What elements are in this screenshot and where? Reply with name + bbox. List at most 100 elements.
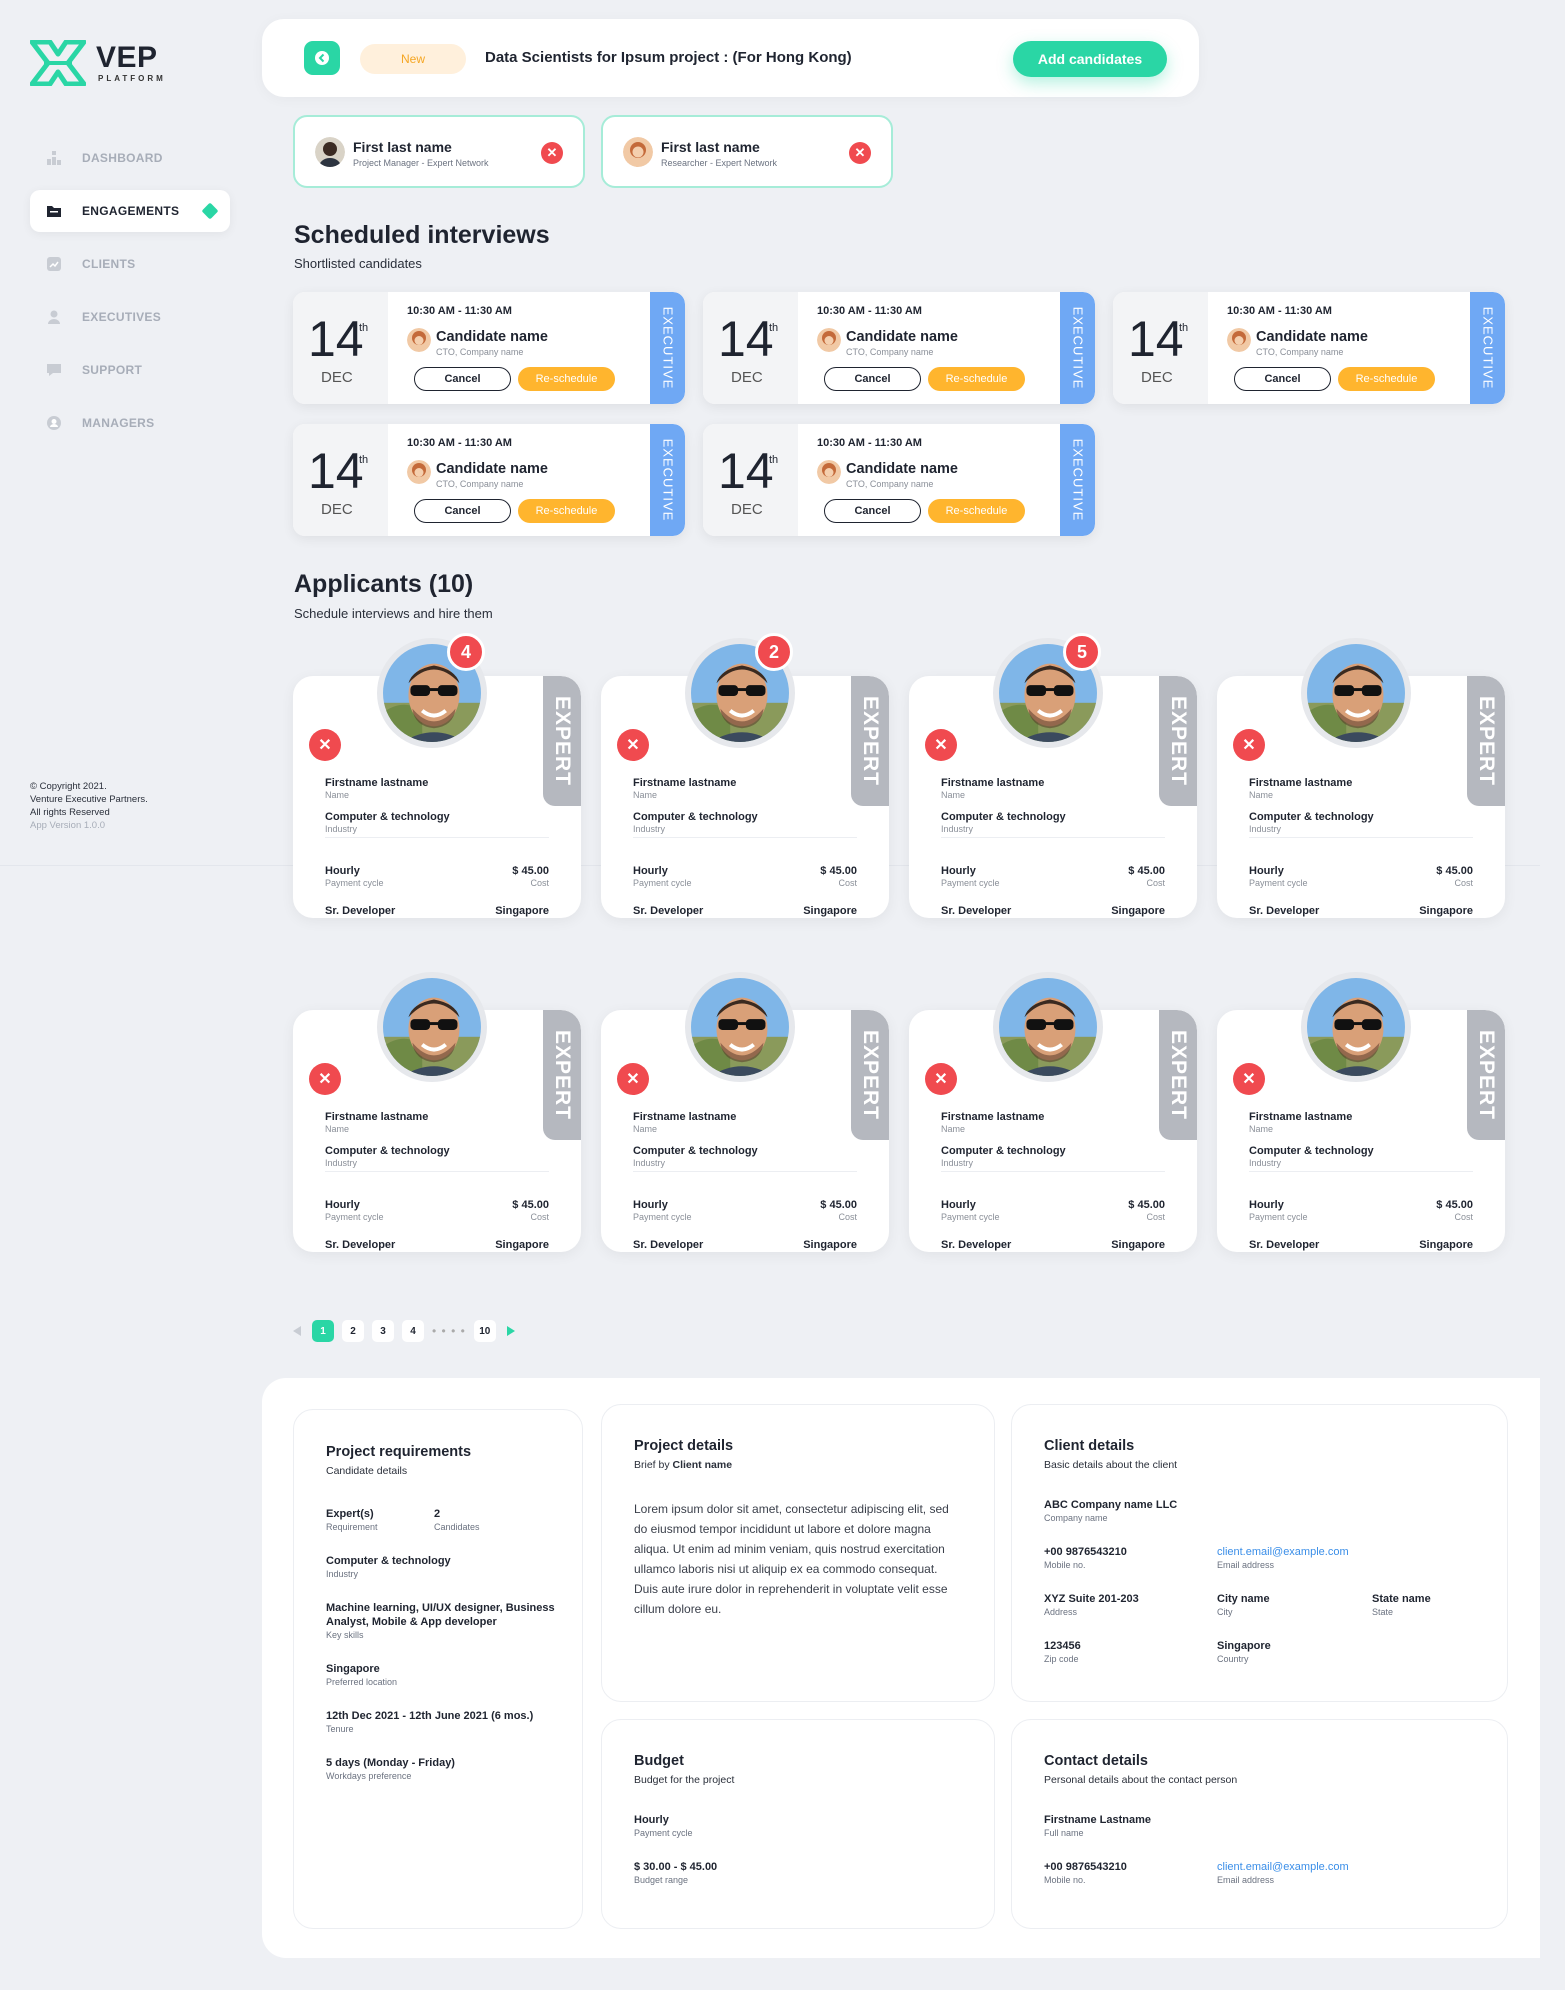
page-button[interactable]: 4 — [402, 1320, 424, 1342]
applicant-payment-cycle: Hourly — [633, 1199, 668, 1211]
applicant-industry-label: Industry — [633, 1158, 666, 1168]
prev-page-icon[interactable] — [290, 1324, 304, 1338]
applicant-industry-label: Industry — [1249, 824, 1282, 834]
expert-tag: EXPERT — [543, 1010, 581, 1140]
folder-icon — [46, 203, 62, 219]
mobile-value: +00 9876543210 — [1044, 1546, 1127, 1558]
page-button[interactable]: 2 — [342, 1320, 364, 1342]
applicant-card[interactable]: EXPERT ✕ Firstname lastname Name Computer & … — [909, 633, 1197, 918]
executive-tag: EXECUTIVE — [1060, 424, 1095, 536]
applicant-location: Singapore — [1419, 905, 1473, 917]
applicant-designation: Sr. Developer — [325, 1239, 396, 1251]
notification-badge: 4 — [447, 633, 485, 671]
applicant-name-label: Name — [325, 790, 350, 800]
nav-label: SUPPORT — [82, 363, 143, 377]
candidate-name: Candidate name — [1256, 329, 1368, 345]
applicant-card[interactable]: EXPERT ✕ Firstname lastname Name Computer & … — [293, 633, 581, 918]
page-button[interactable]: 1 — [312, 1320, 334, 1342]
applicant-cost: $ 45.00 — [1128, 865, 1165, 877]
nav-clients[interactable]: CLIENTS — [30, 243, 230, 285]
applicant-card[interactable]: EXPERT ✕ Firstname lastname Name Computer & … — [601, 633, 889, 918]
cancel-interview-button[interactable]: Cancel — [414, 367, 511, 391]
applicant-industry-label: Industry — [1249, 1158, 1282, 1168]
budget-range-label: Budget range — [634, 1875, 689, 1885]
reschedule-button[interactable]: Re-schedule — [928, 367, 1025, 391]
divider — [941, 837, 1165, 838]
project-details-card: Project details Brief by Client name Lor… — [601, 1404, 995, 1702]
card-subtitle: Budget for the project — [634, 1774, 735, 1786]
applicant-name-label: Name — [633, 790, 658, 800]
applicant-location: Singapore — [1419, 1239, 1473, 1251]
remove-applicant-button[interactable]: ✕ — [309, 729, 341, 761]
reschedule-button[interactable]: Re-schedule — [928, 499, 1025, 523]
brief-client: Client name — [672, 1459, 733, 1471]
country-value: Singapore — [1217, 1640, 1271, 1652]
nav-dashboard[interactable]: DASHBOARD — [30, 137, 230, 179]
applicant-card[interactable]: EXPERT ✕ Firstname lastname Name Computer & … — [601, 972, 889, 1252]
vep-logo[interactable]: VEP PLATFORM — [30, 40, 166, 86]
applicant-industry: Computer & technology — [633, 1145, 758, 1157]
remove-member-button[interactable]: ✕ — [541, 142, 563, 164]
country-label: Country — [1217, 1654, 1249, 1664]
cancel-interview-button[interactable]: Cancel — [414, 499, 511, 523]
industry-value: Computer & technology — [326, 1555, 451, 1567]
email-link[interactable]: client.email@example.com — [1217, 1545, 1349, 1559]
remove-applicant-button[interactable]: ✕ — [617, 1063, 649, 1095]
remove-applicant-button[interactable]: ✕ — [1233, 1063, 1265, 1095]
applicant-card[interactable]: EXPERT ✕ Firstname lastname Name Computer & … — [1217, 638, 1505, 918]
location-value: Singapore — [326, 1663, 380, 1675]
remove-applicant-button[interactable]: ✕ — [1233, 729, 1265, 761]
remove-member-button[interactable]: ✕ — [849, 142, 871, 164]
page-button[interactable]: 3 — [372, 1320, 394, 1342]
tag-label: EXPERT — [1167, 1029, 1190, 1121]
nav-engagements[interactable]: ENGAGEMENTS — [30, 190, 230, 232]
nav-label: CLIENTS — [82, 257, 136, 271]
add-candidates-button[interactable]: Add candidates — [1013, 41, 1167, 77]
cancel-interview-button[interactable]: Cancel — [824, 499, 921, 523]
applicant-name-label: Name — [1249, 1124, 1274, 1134]
applicant-avatar — [377, 972, 487, 1082]
remove-applicant-button[interactable]: ✕ — [617, 729, 649, 761]
page-button[interactable]: 10 — [473, 1320, 496, 1342]
applicant-card[interactable]: EXPERT ✕ Firstname lastname Name Computer & … — [1217, 972, 1505, 1252]
manager-icon — [46, 415, 62, 431]
interview-month: DEC — [321, 369, 353, 386]
applicant-name-label: Name — [941, 790, 966, 800]
avatar — [315, 137, 345, 167]
reschedule-button[interactable]: Re-schedule — [518, 367, 615, 391]
nav-executives[interactable]: EXECUTIVES — [30, 296, 230, 338]
app-subname: PLATFORM — [98, 73, 166, 83]
remove-applicant-button[interactable]: ✕ — [925, 729, 957, 761]
remove-applicant-button[interactable]: ✕ — [309, 1063, 341, 1095]
applicant-industry-label: Industry — [325, 1158, 358, 1168]
applicant-photo — [1307, 978, 1405, 1076]
experts-label: Requirement — [326, 1522, 378, 1532]
card-title: Project requirements — [326, 1444, 472, 1460]
interview-time: 10:30 AM - 11:30 AM — [1227, 305, 1332, 317]
location-label: Preferred location — [326, 1677, 398, 1687]
applicant-name-label: Name — [633, 1124, 658, 1134]
cancel-interview-button[interactable]: Cancel — [824, 367, 921, 391]
workdays-label: Workdays preference — [326, 1771, 412, 1781]
applicant-location: Singapore — [803, 905, 857, 917]
next-page-icon[interactable] — [504, 1324, 518, 1338]
team-member-chip: First last name Project Manager - Expert… — [293, 115, 585, 188]
contact-email-link[interactable]: client.email@example.com — [1217, 1860, 1349, 1874]
applicant-card[interactable]: EXPERT ✕ Firstname lastname Name Computer & … — [909, 972, 1197, 1252]
reschedule-button[interactable]: Re-schedule — [518, 499, 615, 523]
nav-managers[interactable]: MANAGERS — [30, 402, 230, 444]
remove-applicant-button[interactable]: ✕ — [925, 1063, 957, 1095]
applicant-payment-cycle: Hourly — [1249, 865, 1284, 877]
reschedule-button[interactable]: Re-schedule — [1338, 367, 1435, 391]
budget-range-value: $ 30.00 - $ 45.00 — [634, 1861, 718, 1873]
nav-support[interactable]: SUPPORT — [30, 349, 230, 391]
applicant-card[interactable]: EXPERT ✕ Firstname lastname Name Computer & … — [293, 972, 581, 1252]
applicant-designation: Sr. Developer — [941, 905, 1012, 917]
interview-date: 14th DEC — [1113, 292, 1208, 404]
tag-label: EXECUTIVE — [660, 438, 675, 522]
cancel-interview-button[interactable]: Cancel — [1234, 367, 1331, 391]
team-member-chip: First last name Researcher - Expert Netw… — [601, 115, 893, 188]
applicant-payment-cycle: Hourly — [325, 865, 360, 877]
email-label: Email address — [1217, 1560, 1275, 1570]
back-button[interactable] — [304, 41, 340, 75]
